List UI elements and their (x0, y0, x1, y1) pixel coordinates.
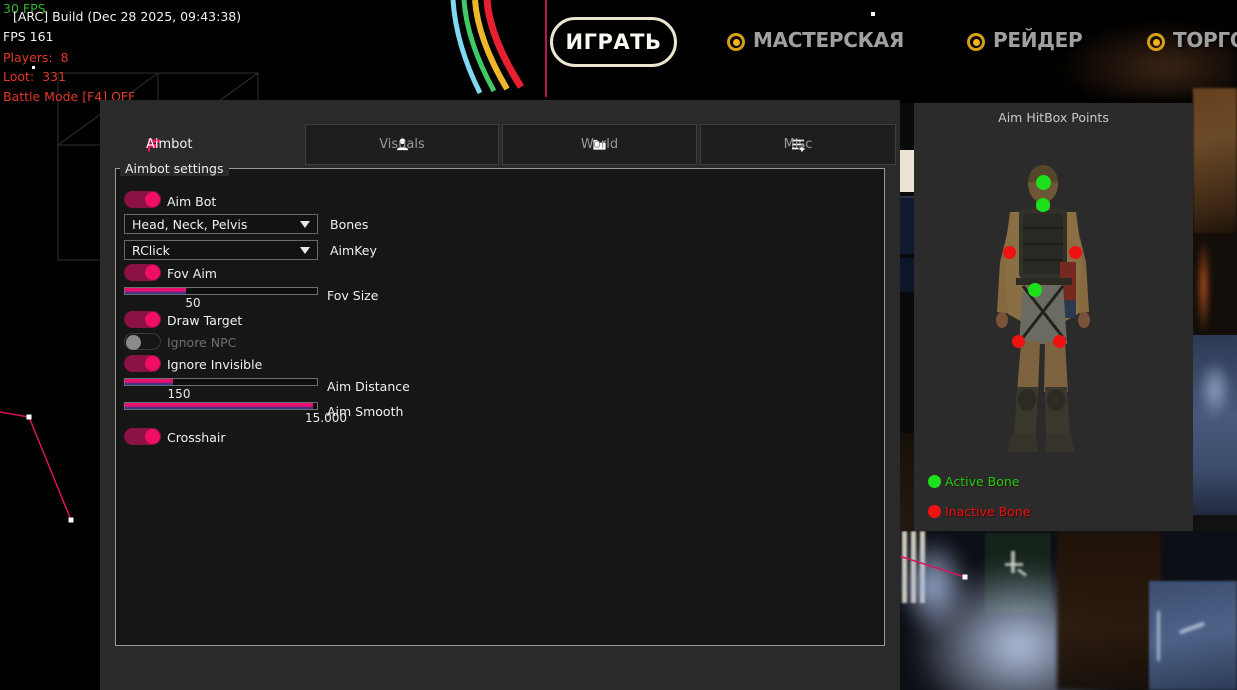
hitbox-point-inactive (1003, 246, 1016, 259)
background-window (1149, 581, 1237, 690)
tab-label: World (581, 137, 618, 152)
fov-size-value: 50 (163, 296, 223, 310)
inactive-bone-dot (928, 505, 941, 518)
fps-counter: FPS 161 (3, 29, 54, 44)
active-bone-dot (928, 475, 941, 488)
draw-target-toggle[interactable] (124, 311, 161, 328)
fov-size-label: Fov Size (327, 288, 378, 303)
aim-smooth-label: Aim Smooth (327, 404, 403, 419)
hitbox-point-active (1028, 283, 1042, 297)
players-counter: Players: 8 (3, 50, 69, 65)
background-sign-cream (899, 150, 914, 192)
draw-target-label: Draw Target (167, 313, 242, 328)
esp-tracer-right (899, 531, 971, 591)
background-orange-glow (1197, 240, 1210, 332)
aim-bot-toggle[interactable] (124, 191, 161, 208)
fov-size-slider[interactable] (124, 287, 318, 295)
hitbox-point-active (1036, 175, 1051, 190)
rainbow-sign (443, 0, 555, 96)
aim-distance-value: 150 (149, 387, 209, 401)
tab-label: Aimbot (146, 137, 192, 152)
aim-smooth-slider[interactable] (124, 402, 318, 410)
bones-selected-value: Head, Neck, Pelvis (132, 217, 247, 232)
aim-distance-slider[interactable] (124, 378, 318, 386)
aimkey-label: AimKey (330, 243, 377, 258)
background-column (1057, 531, 1161, 690)
ignore-invisible-toggle[interactable] (124, 355, 161, 372)
tab-misc[interactable]: Misc (700, 124, 896, 165)
ignore-invisible-label: Ignore Invisible (167, 357, 262, 372)
tab-world[interactable]: World (502, 124, 697, 165)
background-wall-brown (1193, 88, 1237, 234)
bones-label: Bones (330, 217, 368, 232)
background-sign-brown (899, 433, 914, 531)
play-button[interactable]: ИГРАТЬ (550, 17, 677, 67)
menu-item-workshop[interactable]: МАСТЕРСКАЯ (753, 28, 904, 52)
background-scene-bottom-right (899, 531, 1237, 690)
bones-dropdown[interactable]: Head, Neck, Pelvis (124, 214, 318, 234)
esp-dot (871, 12, 875, 16)
background-window-glow (1198, 360, 1232, 420)
background-sliver (899, 103, 914, 531)
background-sign-navy (899, 196, 914, 254)
hitbox-point-inactive (1069, 246, 1082, 259)
aimkey-selected-value: RClick (132, 243, 170, 258)
crosshair-label: Crosshair (167, 430, 225, 445)
fov-aim-label: Fov Aim (167, 266, 217, 281)
menu-item-raider[interactable]: РЕЙДЕР (993, 28, 1082, 52)
ignore-npc-toggle[interactable] (124, 333, 161, 350)
fov-aim-toggle[interactable] (124, 264, 161, 281)
hitbox-panel: Aim HitBox Points (914, 103, 1193, 531)
coin-icon (1146, 32, 1166, 52)
coin-icon (966, 32, 986, 52)
aim-bot-label: Aim Bot (167, 194, 216, 209)
game-screen: 30 FPS [ARC] Build (Dec 28 2025, 09:43:3… (0, 0, 1237, 690)
tab-label: Visuals (379, 137, 425, 152)
build-info: [ARC] Build (Dec 28 2025, 09:43:38) (13, 9, 241, 24)
aimkey-dropdown[interactable]: RClick (124, 240, 318, 260)
tab-label: Misc (784, 137, 813, 152)
coin-icon (726, 32, 746, 52)
aim-distance-label: Aim Distance (327, 379, 410, 394)
inactive-bone-label: Inactive Bone (945, 504, 1030, 519)
active-bone-label: Active Bone (945, 474, 1019, 489)
chevron-down-icon (300, 247, 310, 254)
group-title: Aimbot settings (120, 161, 229, 176)
tab-visuals[interactable]: Visuals (305, 124, 499, 165)
hitbox-point-active (1036, 198, 1050, 212)
hitbox-point-inactive (1012, 335, 1025, 348)
background-sign-navy (899, 258, 914, 292)
hitbox-dots-layer (914, 103, 1193, 531)
esp-tracer-vertical (545, 0, 547, 97)
crosshair-toggle[interactable] (124, 428, 161, 445)
background-dark (1193, 515, 1237, 531)
ignore-npc-label: Ignore NPC (167, 335, 236, 350)
hitbox-point-inactive (1053, 335, 1066, 348)
chevron-down-icon (300, 221, 310, 228)
esp-tracer-left (0, 400, 82, 530)
menu-item-trade[interactable]: ТОРГО (1173, 28, 1237, 52)
loot-counter: Loot: 331 (3, 69, 66, 84)
